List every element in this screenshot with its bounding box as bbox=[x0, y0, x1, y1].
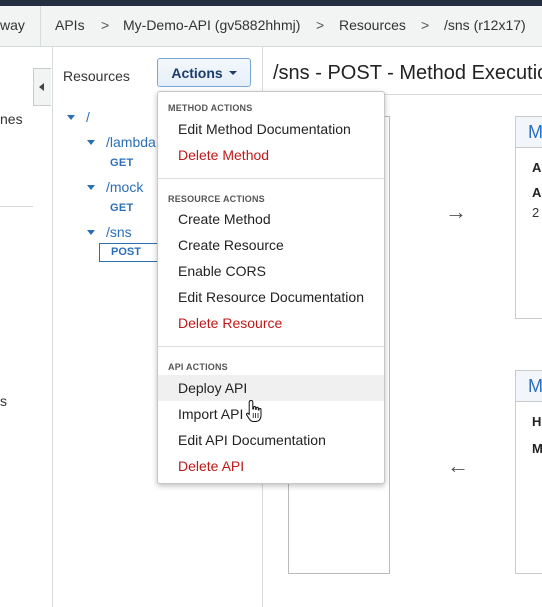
menu-item-import-api[interactable]: Import API bbox=[158, 401, 384, 427]
card-label: M bbox=[532, 441, 542, 456]
menu-item-delete-method[interactable]: Delete Method bbox=[158, 142, 384, 168]
left-nav-item-fragment[interactable]: s bbox=[0, 393, 7, 409]
expand-icon[interactable] bbox=[67, 115, 75, 120]
method-response-card[interactable]: M H M bbox=[515, 370, 542, 574]
card-value: 2 bbox=[532, 205, 540, 220]
expand-icon[interactable] bbox=[87, 185, 95, 190]
collapse-nav-button[interactable] bbox=[33, 68, 51, 106]
breadcrumb-item-apis[interactable]: APIs bbox=[55, 17, 85, 33]
left-nav-item-fragment[interactable]: nes bbox=[0, 111, 23, 127]
breadcrumb-item-api-gateway[interactable]: way bbox=[0, 17, 25, 33]
page-title: /sns - POST - Method Execution bbox=[273, 62, 542, 84]
arrow-right-icon: → bbox=[445, 199, 467, 224]
breadcrumb-item-resources[interactable]: Resources bbox=[339, 17, 406, 33]
menu-item-create-method[interactable]: Create Method bbox=[158, 206, 384, 232]
actions-dropdown-button[interactable]: Actions bbox=[157, 58, 251, 87]
tree-method-post-selected[interactable]: POST bbox=[99, 243, 161, 262]
actions-dropdown-menu: METHOD ACTIONS Edit Method Documentation… bbox=[157, 91, 385, 484]
menu-item-delete-api[interactable]: Delete API bbox=[158, 453, 384, 479]
breadcrumb-item-current-resource[interactable]: /sns (r12x17) bbox=[444, 17, 526, 33]
breadcrumb-divider bbox=[40, 6, 41, 46]
chevron-left-icon bbox=[39, 83, 44, 91]
menu-section-api-actions: API ACTIONS bbox=[168, 362, 228, 372]
hand-pointer-icon bbox=[245, 399, 262, 422]
menu-item-deploy-api[interactable]: Deploy API bbox=[158, 375, 384, 401]
tree-method-get[interactable]: GET bbox=[110, 202, 134, 214]
menu-divider bbox=[158, 346, 384, 347]
card-title[interactable]: M bbox=[516, 117, 542, 148]
card-label: H bbox=[532, 414, 542, 429]
tree-item-lambda[interactable]: /lambda bbox=[106, 134, 156, 150]
card-title[interactable]: M bbox=[516, 371, 542, 402]
menu-item-create-resource[interactable]: Create Resource bbox=[158, 232, 384, 258]
left-nav-divider bbox=[0, 206, 33, 207]
actions-label: Actions bbox=[171, 64, 223, 81]
resources-heading: Resources bbox=[63, 68, 130, 84]
menu-item-edit-api-documentation[interactable]: Edit API Documentation bbox=[158, 427, 384, 453]
tree-item-mock[interactable]: /mock bbox=[106, 179, 143, 195]
tree-method-get[interactable]: GET bbox=[110, 157, 134, 169]
menu-item-enable-cors[interactable]: Enable CORS bbox=[158, 258, 384, 284]
tree-item-root[interactable]: / bbox=[86, 109, 90, 125]
menu-section-resource-actions: RESOURCE ACTIONS bbox=[168, 194, 265, 204]
breadcrumb-separator: > bbox=[316, 17, 325, 33]
arrow-left-icon: ← bbox=[447, 453, 469, 478]
breadcrumb-item-api[interactable]: My-Demo-API (gv5882hhmj) bbox=[123, 17, 300, 33]
caret-down-icon bbox=[228, 70, 237, 75]
panel-divider bbox=[52, 46, 53, 607]
menu-item-delete-resource[interactable]: Delete Resource bbox=[158, 310, 384, 336]
breadcrumb-separator: > bbox=[421, 17, 430, 33]
card-label: A bbox=[532, 160, 542, 175]
menu-section-method-actions: METHOD ACTIONS bbox=[168, 103, 253, 113]
method-request-card[interactable]: M A A 2 bbox=[515, 116, 542, 319]
expand-icon[interactable] bbox=[87, 140, 95, 145]
card-label: A bbox=[532, 185, 542, 200]
menu-item-edit-resource-documentation[interactable]: Edit Resource Documentation bbox=[158, 284, 384, 310]
breadcrumb: way APIs > My-Demo-API (gv5882hhmj) > Re… bbox=[0, 6, 542, 47]
expand-icon[interactable] bbox=[87, 230, 95, 235]
breadcrumb-separator: > bbox=[101, 17, 110, 33]
menu-item-edit-method-documentation[interactable]: Edit Method Documentation bbox=[158, 116, 384, 142]
menu-divider bbox=[158, 178, 384, 179]
tree-item-sns[interactable]: /sns bbox=[106, 224, 132, 240]
